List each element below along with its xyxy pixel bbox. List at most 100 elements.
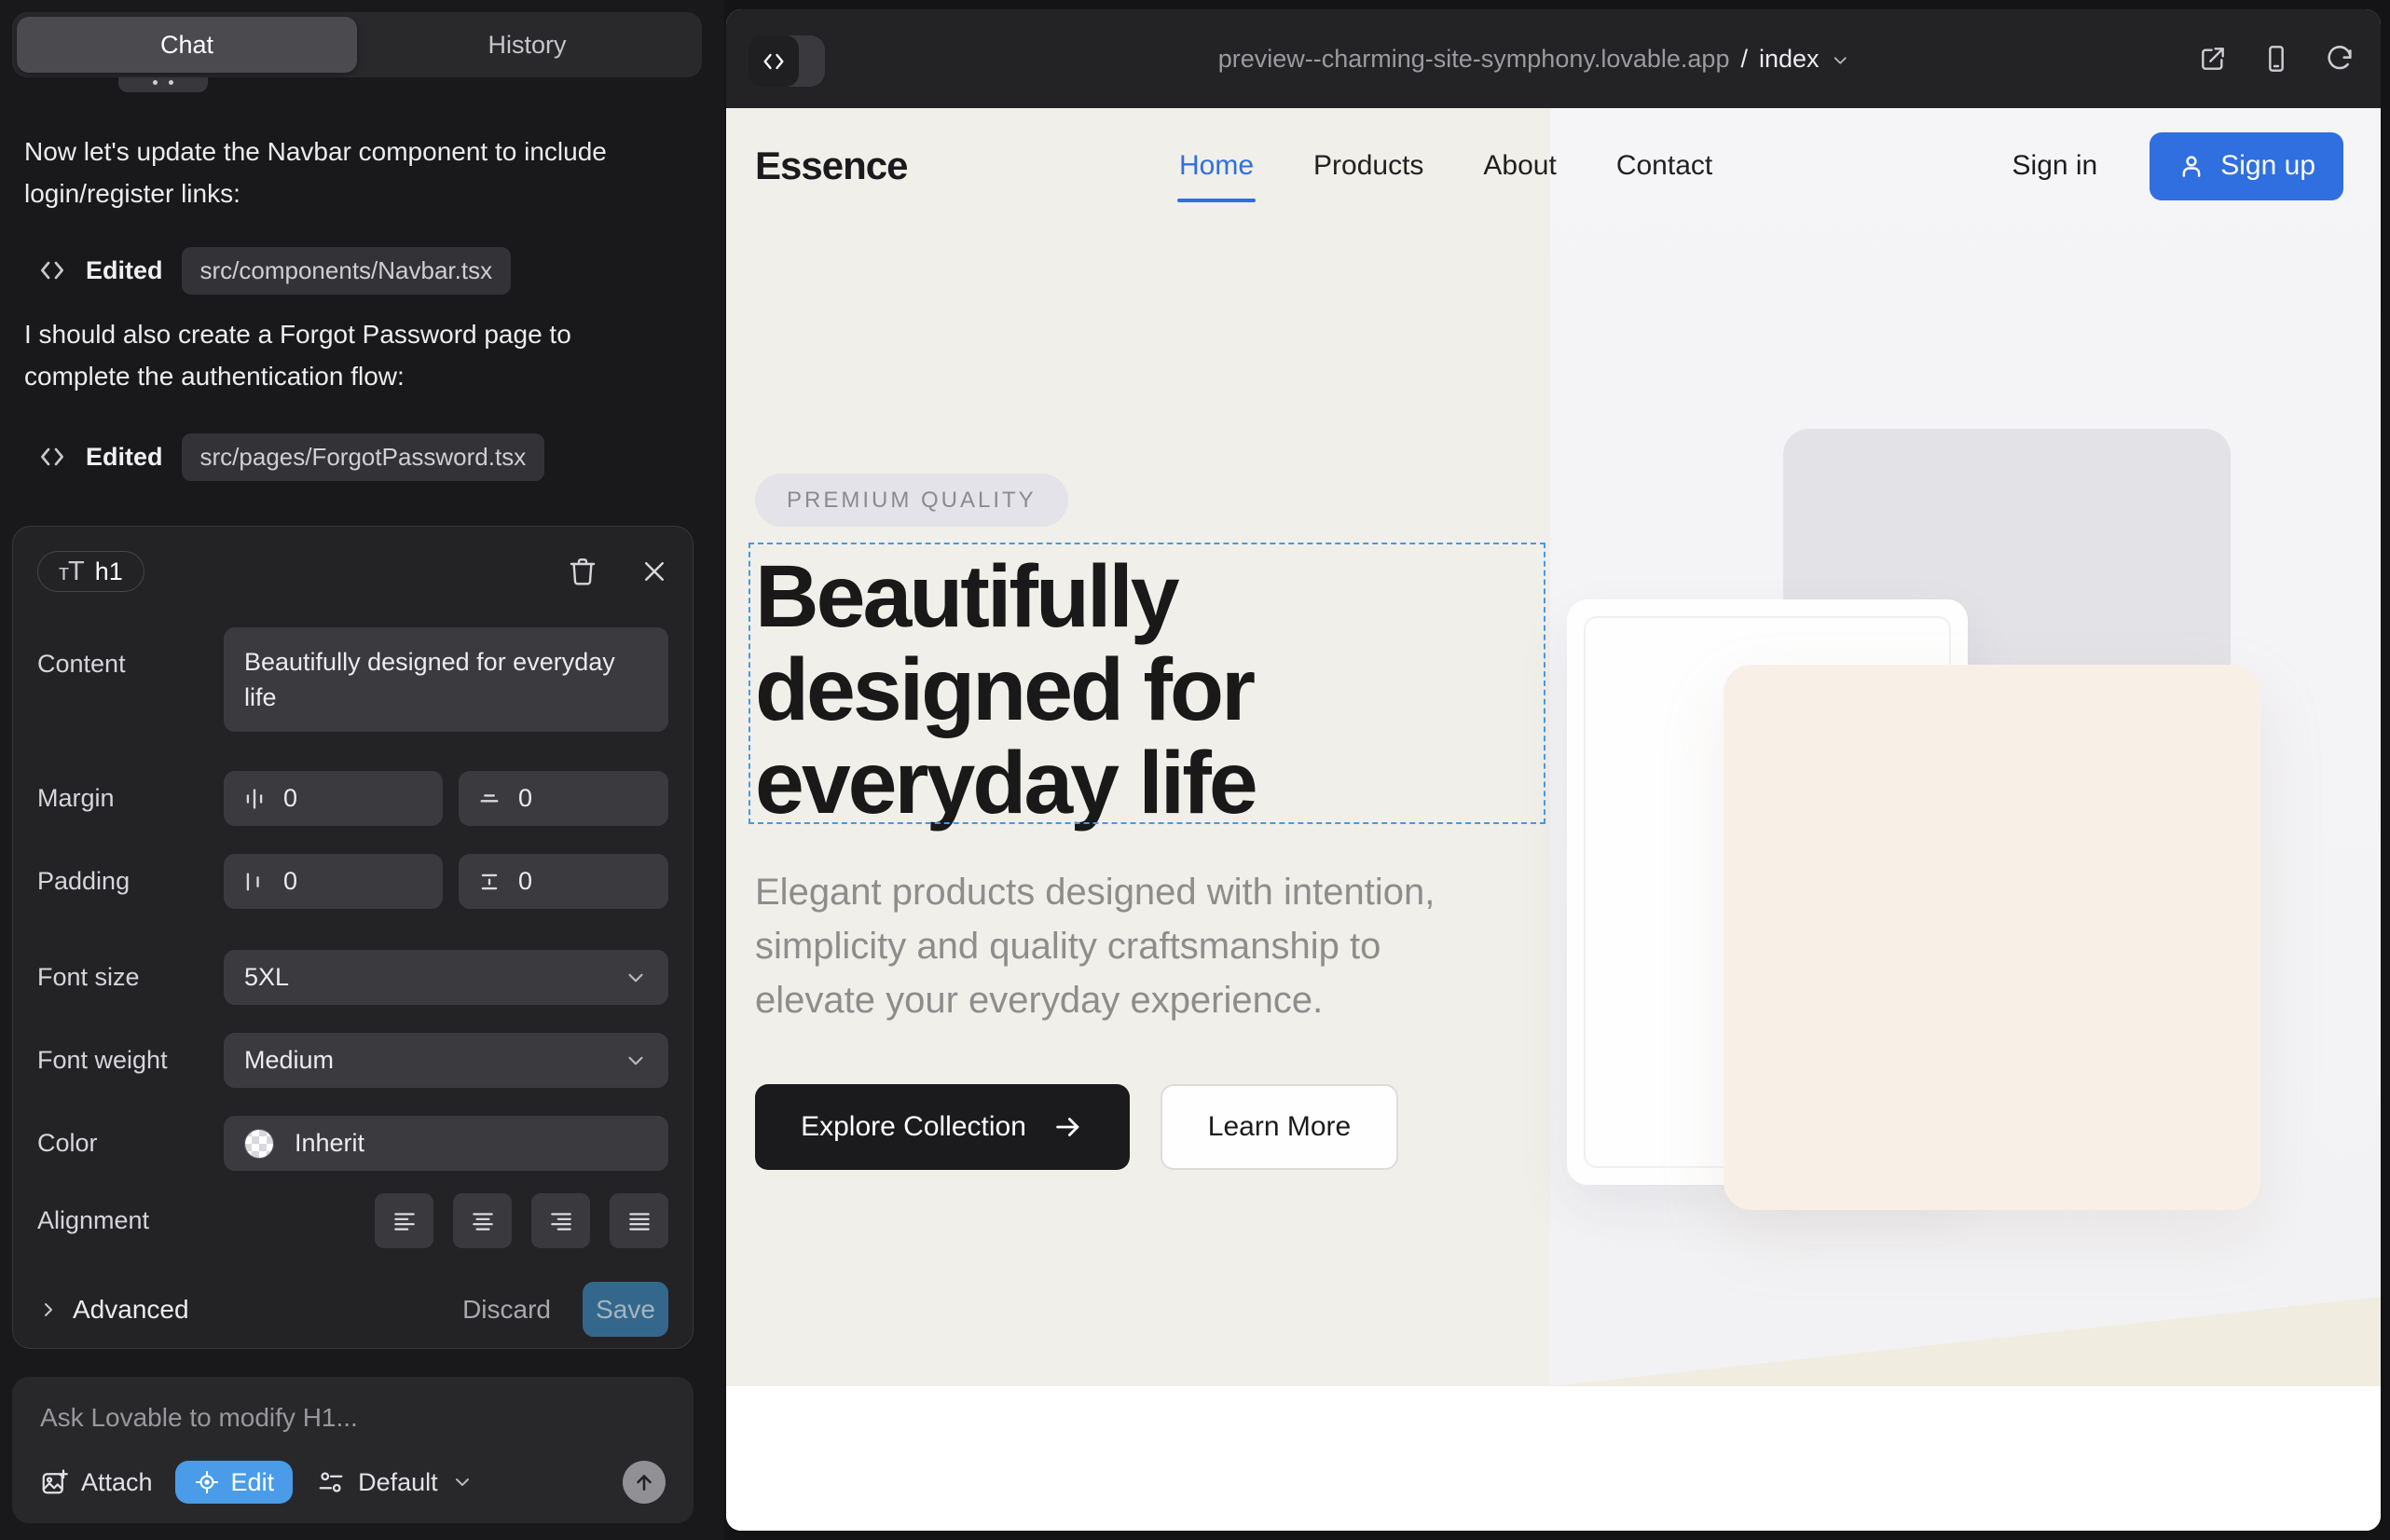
nav-link-contact[interactable]: Contact bbox=[1616, 150, 1712, 182]
align-left-icon bbox=[391, 1208, 418, 1234]
close-editor-button[interactable] bbox=[640, 557, 668, 585]
font-weight-value: Medium bbox=[244, 1046, 334, 1075]
composer-input[interactable]: Ask Lovable to modify H1... bbox=[40, 1403, 666, 1433]
explore-collection-button[interactable]: Explore Collection bbox=[755, 1084, 1130, 1170]
tab-chat[interactable]: Chat bbox=[17, 17, 357, 73]
site-canvas: Essence Home Products About Contact Sign… bbox=[726, 108, 2381, 1531]
site-logo[interactable]: Essence bbox=[755, 108, 907, 224]
align-justify-button[interactable] bbox=[610, 1193, 668, 1248]
edited-file-badge[interactable]: src/pages/ForgotPassword.tsx bbox=[182, 433, 545, 481]
mode-selector[interactable]: Default bbox=[317, 1468, 474, 1497]
align-left-button[interactable] bbox=[375, 1193, 433, 1248]
preview-url-dropdown[interactable]: preview--charming-site-symphony.lovable.… bbox=[1218, 9, 1851, 108]
chevron-down-icon bbox=[624, 1049, 648, 1073]
mobile-view-button[interactable] bbox=[2261, 44, 2291, 74]
font-weight-row: Font weight Medium bbox=[37, 1033, 668, 1088]
chat-panel: Chat History Now let's update the Navbar… bbox=[0, 0, 724, 1540]
refresh-button[interactable] bbox=[2325, 44, 2355, 74]
sliders-icon bbox=[317, 1468, 345, 1496]
chat-message: Now let's update the Navbar component to… bbox=[24, 131, 635, 214]
sign-up-label: Sign up bbox=[2220, 150, 2315, 182]
element-tag: h1 bbox=[95, 557, 123, 586]
user-icon bbox=[2177, 152, 2205, 180]
code-toggle-segment[interactable] bbox=[749, 35, 799, 87]
font-size-select[interactable]: 5XL bbox=[224, 950, 668, 1005]
margin-x-icon bbox=[242, 787, 267, 811]
edited-label: Edited bbox=[86, 443, 163, 472]
tab-history[interactable]: History bbox=[357, 17, 697, 73]
topbar-actions bbox=[2198, 9, 2355, 108]
nav-link-home[interactable]: Home bbox=[1179, 150, 1254, 182]
align-center-icon bbox=[470, 1208, 496, 1234]
font-weight-label: Font weight bbox=[37, 1046, 224, 1075]
hero-card-cream bbox=[1724, 665, 2260, 1210]
margin-y-value: 0 bbox=[518, 784, 532, 813]
trash-icon bbox=[568, 557, 598, 586]
scrolled-badge-remnant bbox=[118, 77, 208, 92]
type-icon: тT bbox=[59, 557, 84, 587]
code-preview-toggle[interactable] bbox=[749, 35, 825, 87]
sign-up-button[interactable]: Sign up bbox=[2150, 132, 2343, 200]
align-right-button[interactable] bbox=[531, 1193, 590, 1248]
margin-row: Margin 0 0 bbox=[37, 771, 668, 826]
attach-button[interactable]: Attach bbox=[40, 1468, 153, 1497]
learn-more-button[interactable]: Learn More bbox=[1161, 1084, 1398, 1170]
save-button[interactable]: Save bbox=[583, 1282, 668, 1337]
arrow-up-icon bbox=[632, 1470, 656, 1494]
attach-label: Attach bbox=[81, 1468, 153, 1497]
image-plus-icon bbox=[40, 1468, 68, 1496]
edited-file-badge[interactable]: src/components/Navbar.tsx bbox=[182, 247, 512, 295]
edit-label: Edit bbox=[231, 1468, 275, 1497]
edited-label: Edited bbox=[86, 256, 163, 285]
margin-y-input[interactable]: 0 bbox=[459, 771, 668, 826]
advanced-toggle[interactable]: Advanced bbox=[37, 1295, 189, 1325]
delete-element-button[interactable] bbox=[568, 557, 598, 586]
code-icon bbox=[37, 442, 67, 472]
chevron-down-icon bbox=[451, 1471, 474, 1493]
padding-x-icon bbox=[242, 870, 267, 894]
chevron-right-icon bbox=[37, 1299, 60, 1321]
hero-cta-group: Explore Collection Learn More bbox=[755, 1084, 1398, 1170]
edit-mode-button[interactable]: Edit bbox=[175, 1461, 294, 1504]
refresh-icon bbox=[2325, 44, 2355, 74]
padding-x-value: 0 bbox=[283, 867, 297, 896]
h1-selection-outline[interactable] bbox=[749, 543, 1545, 824]
smartphone-icon bbox=[2261, 44, 2291, 74]
url-host: preview--charming-site-symphony.lovable.… bbox=[1218, 45, 1730, 74]
padding-x-input[interactable]: 0 bbox=[224, 854, 443, 909]
color-select[interactable]: Inherit bbox=[224, 1116, 668, 1171]
advanced-label: Advanced bbox=[73, 1295, 189, 1325]
color-label: Color bbox=[37, 1129, 224, 1158]
hero-paragraph: Elegant products designed with intention… bbox=[755, 865, 1510, 1027]
editor-footer: Advanced Discard Save bbox=[37, 1282, 668, 1337]
open-external-button[interactable] bbox=[2198, 44, 2228, 74]
margin-x-value: 0 bbox=[283, 784, 297, 813]
nav-link-about[interactable]: About bbox=[1483, 150, 1556, 182]
align-right-icon bbox=[548, 1208, 574, 1234]
selected-element-badge[interactable]: тT h1 bbox=[37, 551, 144, 592]
padding-label: Padding bbox=[37, 867, 224, 896]
editor-header: тT h1 bbox=[37, 551, 668, 592]
font-size-value: 5XL bbox=[244, 963, 289, 992]
next-section bbox=[726, 1386, 2381, 1531]
nav-link-products[interactable]: Products bbox=[1313, 150, 1423, 182]
sign-in-link[interactable]: Sign in bbox=[2012, 150, 2098, 182]
align-center-button[interactable] bbox=[453, 1193, 512, 1248]
font-size-label: Font size bbox=[37, 963, 224, 992]
code-icon bbox=[37, 255, 67, 285]
font-size-row: Font size 5XL bbox=[37, 950, 668, 1005]
font-weight-select[interactable]: Medium bbox=[224, 1033, 668, 1088]
padding-y-input[interactable]: 0 bbox=[459, 854, 668, 909]
edited-file-row: Edited src/components/Navbar.tsx bbox=[37, 244, 511, 296]
composer-toolbar: Attach Edit Default bbox=[40, 1461, 666, 1504]
margin-x-input[interactable]: 0 bbox=[224, 771, 443, 826]
close-icon bbox=[640, 557, 668, 585]
color-row: Color Inherit bbox=[37, 1116, 668, 1171]
content-input[interactable]: Beautifully designed for everyday life bbox=[224, 627, 668, 732]
preview-topbar: preview--charming-site-symphony.lovable.… bbox=[726, 9, 2381, 108]
send-button[interactable] bbox=[623, 1461, 666, 1504]
alignment-row: Alignment bbox=[37, 1193, 668, 1248]
hero-badge: PREMIUM QUALITY bbox=[755, 474, 1068, 527]
discard-button[interactable]: Discard bbox=[462, 1295, 551, 1325]
code-icon bbox=[761, 48, 787, 75]
